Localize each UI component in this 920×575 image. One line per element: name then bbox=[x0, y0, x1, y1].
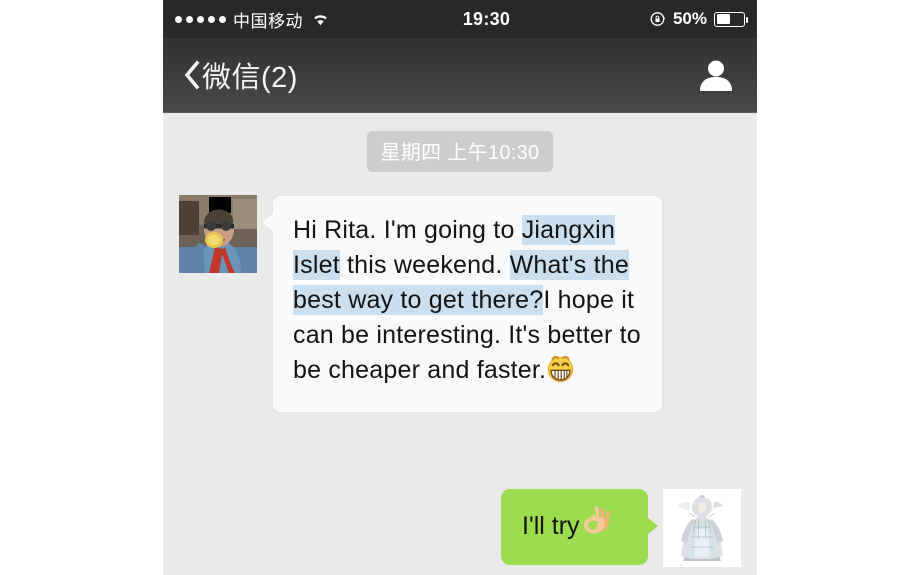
timestamp-row: 星期四 上午10:30 bbox=[163, 114, 757, 172]
bubble-tail-left bbox=[262, 213, 273, 231]
back-button[interactable]: 微信(2) bbox=[183, 54, 298, 96]
contact-icon[interactable] bbox=[699, 59, 733, 91]
screenshot-canvas: 中国移动 19:30 50% 微信(2) 星期四 上午10:30 Hi Rita… bbox=[0, 0, 920, 575]
page-title: 微信(2) bbox=[202, 62, 298, 94]
grinning-face-emoji bbox=[546, 354, 575, 393]
battery-percent-label: 50% bbox=[672, 9, 707, 28]
message-bubble-outgoing[interactable]: I'll try bbox=[501, 489, 648, 565]
status-bar-right: 50% bbox=[650, 9, 748, 29]
avatar-outgoing[interactable] bbox=[663, 489, 741, 567]
bubble-incoming-wrapper: Hi Rita. I'm going to Jiangxin Islet thi… bbox=[262, 195, 663, 413]
message-row-outgoing: I'll try bbox=[501, 489, 741, 567]
phone-screen: 中国移动 19:30 50% 微信(2) 星期四 上午10:30 Hi Rita… bbox=[163, 0, 757, 575]
conversation-area[interactable]: 星期四 上午10:30 Hi Rita. I'm going to Jiangx… bbox=[163, 114, 757, 575]
signal-dot bbox=[175, 15, 182, 23]
signal-dot bbox=[197, 15, 204, 23]
signal-strength-dots bbox=[175, 15, 226, 23]
signal-dot bbox=[186, 15, 193, 23]
status-bar-left: 中国移动 bbox=[175, 7, 329, 32]
carrier-label: 中国移动 bbox=[233, 11, 303, 31]
bubble-outgoing-wrapper: I'll try bbox=[501, 489, 658, 565]
wifi-icon bbox=[314, 14, 327, 25]
back-chevron-icon bbox=[184, 60, 200, 90]
message-segment-plain: this weekend. bbox=[339, 251, 510, 279]
bubble-tail-right bbox=[647, 517, 658, 535]
message-timestamp: 星期四 上午10:30 bbox=[366, 131, 554, 172]
clock-label: 19:30 bbox=[462, 8, 511, 29]
message-segment-plain: Hi Rita. I'm going to bbox=[293, 216, 522, 244]
battery-fill bbox=[716, 14, 730, 24]
message-text-outgoing: I'll try bbox=[522, 512, 580, 540]
status-bar: 中国移动 19:30 50% bbox=[163, 0, 757, 38]
battery-cap bbox=[745, 16, 748, 23]
battery-icon bbox=[714, 11, 748, 27]
rotation-lock-icon bbox=[650, 12, 666, 26]
signal-dot bbox=[208, 15, 215, 23]
avatar-incoming[interactable] bbox=[179, 195, 257, 273]
navigation-bar: 微信(2) bbox=[163, 38, 757, 113]
signal-dot bbox=[219, 15, 226, 23]
message-bubble-incoming[interactable]: Hi Rita. I'm going to Jiangxin Islet thi… bbox=[272, 195, 663, 413]
message-row-incoming: Hi Rita. I'm going to Jiangxin Islet thi… bbox=[179, 195, 663, 413]
ok-hand-emoji bbox=[582, 505, 616, 548]
